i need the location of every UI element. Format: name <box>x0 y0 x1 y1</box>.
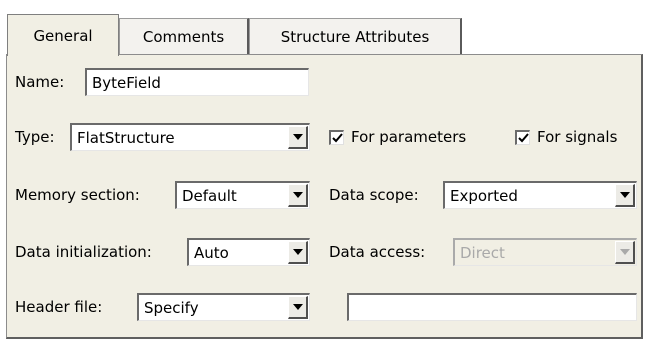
memory-section-dropdown-value: Default <box>182 187 237 205</box>
data-scope-dropdown-button[interactable] <box>615 184 635 207</box>
data-initialization-dropdown[interactable]: Auto <box>187 238 310 266</box>
for-parameters-label: For parameters <box>351 128 467 146</box>
header-file-label: Header file: <box>15 298 103 316</box>
for-signals-checkbox[interactable] <box>515 130 530 145</box>
chevron-down-icon <box>293 192 303 198</box>
checkmark-icon <box>518 133 529 143</box>
chevron-down-icon <box>293 134 303 140</box>
data-access-label: Data access: <box>329 243 426 261</box>
data-access-dropdown-value: Direct <box>460 244 505 262</box>
memory-section-dropdown-button[interactable] <box>288 184 308 207</box>
tab-comments-label: Comments <box>142 27 225 46</box>
chevron-down-icon <box>293 304 303 310</box>
tab-comments[interactable]: Comments <box>119 18 249 54</box>
data-initialization-dropdown-value: Auto <box>194 244 229 262</box>
data-scope-dropdown-value: Exported <box>450 187 518 205</box>
data-scope-label: Data scope: <box>329 186 419 204</box>
type-label: Type: <box>15 128 55 146</box>
header-file-dropdown-button[interactable] <box>288 296 308 319</box>
data-access-dropdown: Direct <box>453 238 637 266</box>
header-file-name-input[interactable] <box>347 293 637 321</box>
name-input[interactable]: ByteField <box>85 68 309 96</box>
data-access-dropdown-button <box>615 241 635 264</box>
tab-structure-attributes-label: Structure Attributes <box>280 27 430 46</box>
data-scope-dropdown[interactable]: Exported <box>443 181 637 209</box>
for-parameters-checkbox[interactable] <box>329 130 344 145</box>
type-dropdown-button[interactable] <box>288 126 308 149</box>
memory-section-dropdown[interactable]: Default <box>175 181 310 209</box>
tab-structure-attributes[interactable]: Structure Attributes <box>249 18 462 54</box>
header-file-dropdown-value: Specify <box>144 299 199 317</box>
tab-general[interactable]: General <box>7 14 119 56</box>
dialog-frame: General Comments Structure Attributes Na… <box>6 8 643 339</box>
chevron-down-icon <box>620 249 630 255</box>
data-initialization-dropdown-button[interactable] <box>288 241 308 264</box>
checkmark-icon <box>332 133 343 143</box>
memory-section-label: Memory section: <box>15 186 140 204</box>
tab-general-label: General <box>33 26 93 45</box>
type-dropdown[interactable]: FlatStructure <box>70 123 310 151</box>
for-signals-label: For signals <box>537 128 618 146</box>
data-initialization-label: Data initialization: <box>15 243 152 261</box>
header-file-dropdown[interactable]: Specify <box>137 293 310 321</box>
type-dropdown-value: FlatStructure <box>77 129 175 147</box>
name-label: Name: <box>15 73 65 91</box>
general-tab-panel: Name: ByteField Type: FlatStructure For … <box>6 54 643 339</box>
chevron-down-icon <box>620 192 630 198</box>
chevron-down-icon <box>293 249 303 255</box>
